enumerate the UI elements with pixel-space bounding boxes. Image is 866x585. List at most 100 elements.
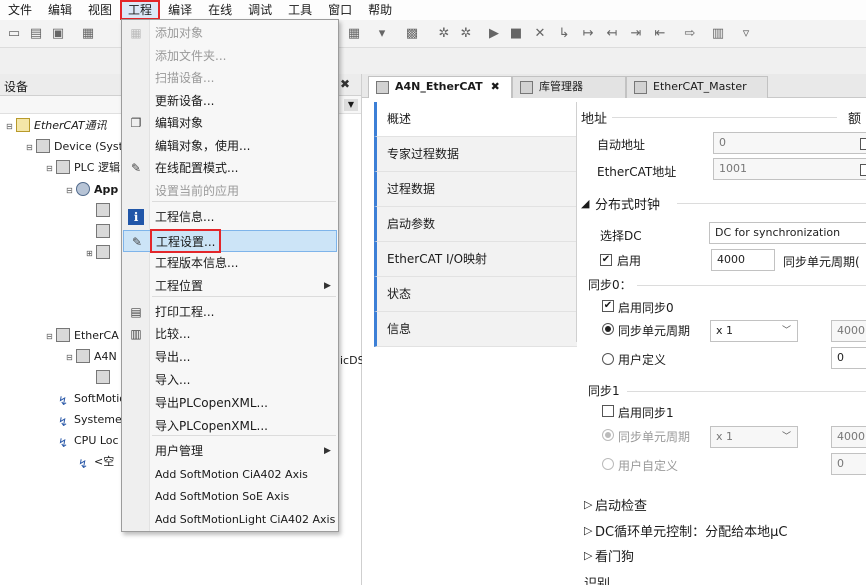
new-file-icon[interactable]: ▭ xyxy=(6,26,22,42)
tree-node[interactable]: ↯ Systeme xyxy=(46,410,122,430)
menu-item-6[interactable]: 编辑对象，使用... xyxy=(123,135,337,157)
menu-1[interactable]: 文件 xyxy=(0,0,40,20)
menu-6[interactable]: 在线 xyxy=(200,0,240,20)
expand-arrow-icon[interactable]: ▷ xyxy=(584,524,592,537)
tab-ethercat-master[interactable]: EtherCAT_Master xyxy=(626,76,768,98)
stop-icon[interactable]: ■ xyxy=(508,26,524,42)
toolbar-chevron-icon[interactable]: ▾ xyxy=(374,26,390,42)
tree-node[interactable]: ⊟ A4N xyxy=(66,347,117,367)
print-icon[interactable]: ▦ xyxy=(80,26,96,42)
menu-item-20[interactable]: Add SoftMotion CiA402 Axis xyxy=(123,464,337,486)
sync0-user-field[interactable]: 0 xyxy=(831,347,866,369)
sync1-unit-radio[interactable] xyxy=(602,429,614,441)
menu-3[interactable]: 视图 xyxy=(80,0,120,20)
menu-2[interactable]: 编辑 xyxy=(40,0,80,20)
menu-item-5[interactable]: ❐ 编辑对象 xyxy=(123,112,337,134)
dc-cycle-field[interactable]: 4000 xyxy=(711,249,775,271)
menu-10[interactable]: 帮助 xyxy=(360,0,400,20)
logout-icon[interactable]: ✲ xyxy=(458,26,474,42)
sync1-unit-dropdown[interactable]: x 1 ﹀ xyxy=(710,426,798,448)
section-dc-cycle-control[interactable]: DC循环单元控制：分配给本地μC xyxy=(595,521,787,540)
set-next-icon[interactable]: ⇤ xyxy=(652,26,668,42)
section-watchdog[interactable]: 看门狗 xyxy=(595,546,634,565)
run-icon[interactable]: ▶ xyxy=(486,26,502,42)
menu-8[interactable]: 工具 xyxy=(280,0,320,20)
menu-item-2[interactable]: 添加文件夹... xyxy=(123,45,337,67)
menu-item-1[interactable]: ▦ 添加对象 xyxy=(123,22,337,44)
tree-node[interactable]: ⊞ xyxy=(86,243,114,263)
tree-node[interactable]: ⊟ EtherCAT通讯 xyxy=(6,116,107,136)
collapse-arrow-icon[interactable]: ◢ xyxy=(581,197,589,210)
tree-node[interactable] xyxy=(86,222,114,242)
sync1-enable-checkbox[interactable] xyxy=(602,405,614,417)
menu-item-17[interactable]: 导出PLCopenXML... xyxy=(123,392,337,414)
tree-toggle-icon[interactable]: ⊟ xyxy=(26,138,36,158)
tree-node[interactable]: ⊟ EtherCA xyxy=(46,326,119,346)
menu-item-4[interactable]: 更新设备... xyxy=(123,90,337,112)
build-icon[interactable]: ▩ xyxy=(404,26,420,42)
tree-toggle-icon[interactable]: ⊟ xyxy=(46,327,56,347)
save-icon[interactable]: ▣ xyxy=(50,26,66,42)
side-tab-6[interactable]: 状态 xyxy=(374,277,577,312)
expand-arrow-icon[interactable]: ▷ xyxy=(584,549,592,562)
menu-item-9[interactable]: ℹ 工程信息... xyxy=(123,206,337,228)
side-tab-1[interactable]: 概述 xyxy=(374,102,577,137)
tree-toggle-icon[interactable]: ⊟ xyxy=(6,117,16,137)
arrow-right-icon[interactable]: ⇨ xyxy=(682,26,698,42)
side-tab-5[interactable]: EtherCAT I/O映射 xyxy=(374,242,577,277)
tab-a4n-ethercat[interactable]: A4N_EtherCAT ✖ xyxy=(368,76,512,98)
tree-toggle-icon[interactable]: ⊟ xyxy=(66,181,76,201)
tree-toggle-icon[interactable]: ⊟ xyxy=(66,348,76,368)
menu-item-7[interactable]: ✎ 在线配置模式... xyxy=(123,157,337,179)
tree-node[interactable]: ⊟ PLC 逻辑 xyxy=(46,158,120,178)
force-icon[interactable]: ▥ xyxy=(710,26,726,42)
tree-node[interactable]: ↯ <空 xyxy=(66,452,114,472)
tree-node[interactable] xyxy=(86,368,114,388)
step-out-icon[interactable]: ↤ xyxy=(604,26,620,42)
menu-9[interactable]: 窗口 xyxy=(320,0,360,20)
login-icon[interactable]: ✲ xyxy=(436,26,452,42)
open-folder-icon[interactable]: ▤ xyxy=(28,26,44,42)
menu-item-14[interactable]: ▥ 比较... xyxy=(123,323,337,345)
section-startup-checking[interactable]: 启动检查 xyxy=(595,495,647,514)
tree-node[interactable]: ⊟ App xyxy=(66,180,118,200)
menu-item-16[interactable]: 导入... xyxy=(123,369,337,391)
tree-toggle-icon[interactable]: ⊞ xyxy=(86,244,96,264)
close-panel-icon[interactable]: ✖ xyxy=(340,77,350,91)
section-identification[interactable]: 识别 xyxy=(584,573,610,585)
sync1-user-field[interactable]: 0 xyxy=(831,453,866,475)
extra-checkbox[interactable] xyxy=(860,138,866,150)
sync0-user-radio[interactable] xyxy=(602,353,614,365)
menu-item-12[interactable]: 工程位置 ▶ xyxy=(123,275,337,297)
cart-icon[interactable]: ▿ xyxy=(738,26,754,42)
close-tab-icon[interactable]: ✖ xyxy=(491,80,500,93)
menu-item-11[interactable]: 工程版本信息... xyxy=(123,252,337,274)
tree-node[interactable]: ⊟ Device (Syst xyxy=(26,137,123,157)
menu-item-15[interactable]: 导出... xyxy=(123,346,337,368)
side-tab-2[interactable]: 专家过程数据 xyxy=(374,137,577,172)
menu-item-19[interactable]: 用户管理 ▶ xyxy=(123,440,337,462)
sync0-enable-checkbox[interactable]: ✔ xyxy=(602,300,614,312)
menu-item-8[interactable]: 设置当前的应用 xyxy=(123,180,337,202)
select-dc-dropdown[interactable]: DC for synchronization xyxy=(709,222,866,244)
menu-5[interactable]: 编译 xyxy=(160,0,200,20)
tree-node[interactable]: ↯ SoftMotio xyxy=(46,389,126,409)
tab-library-manager[interactable]: 库管理器 xyxy=(512,76,626,98)
menu-item-18[interactable]: 导入PLCopenXML... xyxy=(123,415,337,437)
side-tab-7[interactable]: 信息 xyxy=(374,312,577,347)
tree-node[interactable]: ↯ CPU Loc xyxy=(46,431,119,451)
run-to-cursor-icon[interactable]: ⇥ xyxy=(628,26,644,42)
chevron-down-icon[interactable]: ▼ xyxy=(344,99,358,111)
step-over-icon[interactable]: ↳ xyxy=(556,26,572,42)
sync0-unit-radio[interactable] xyxy=(602,323,614,335)
ethercat-address-field[interactable]: 1001 xyxy=(713,158,866,180)
menu-7[interactable]: 调试 xyxy=(240,0,280,20)
expand-arrow-icon[interactable]: ▷ xyxy=(584,498,592,511)
sync1-user-radio[interactable] xyxy=(602,458,614,470)
side-tab-4[interactable]: 启动参数 xyxy=(374,207,577,242)
menu-item-13[interactable]: ▤ 打印工程... xyxy=(123,301,337,323)
dc-enable-checkbox[interactable]: ✔ xyxy=(600,254,612,266)
tree-node[interactable] xyxy=(86,201,114,221)
reset-icon[interactable]: ✕ xyxy=(532,26,548,42)
menu-item-22[interactable]: Add SoftMotionLight CiA402 Axis xyxy=(123,509,337,531)
